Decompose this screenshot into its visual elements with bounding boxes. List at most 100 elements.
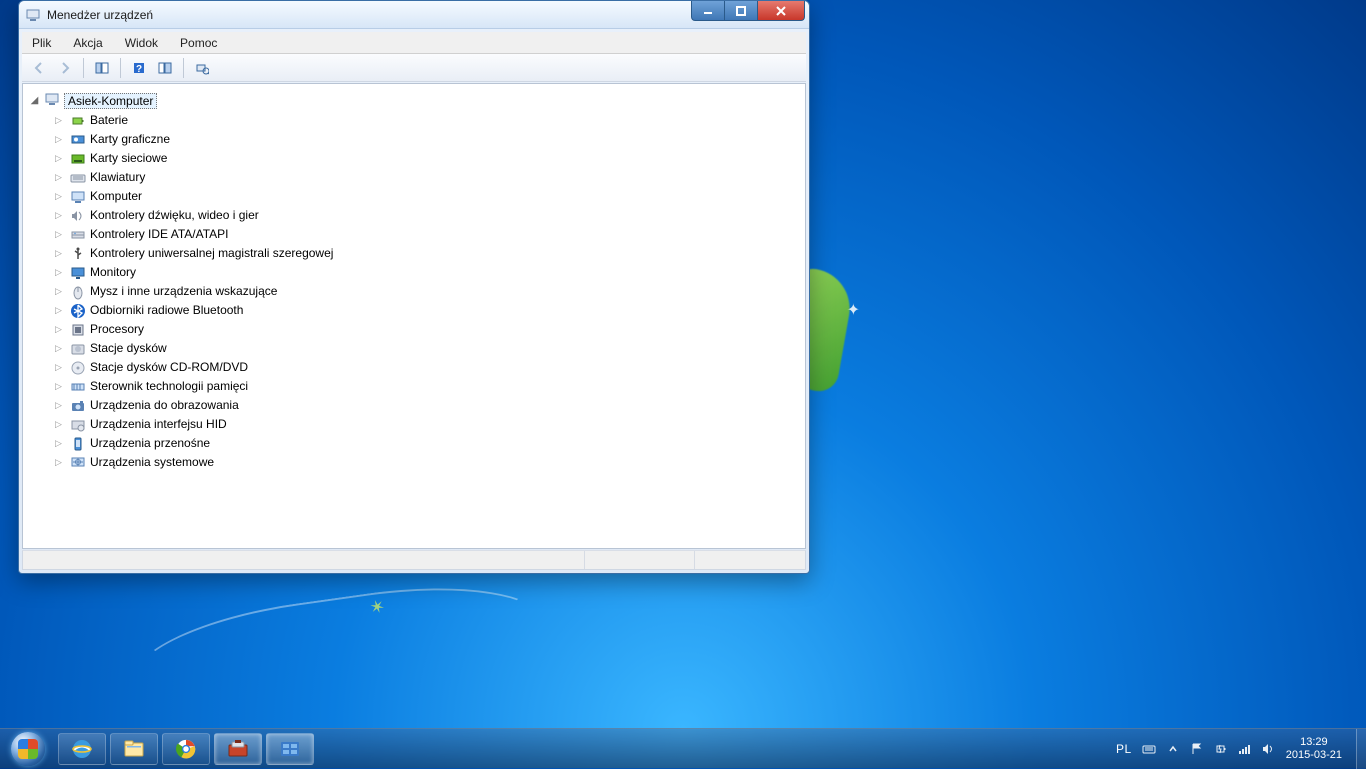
taskbar-mmc[interactable] [214,733,262,765]
tree-node-cdrom[interactable]: ▷Stacje dysków CD-ROM/DVD [27,358,801,377]
expand-icon[interactable]: ▷ [55,435,66,452]
window-title: Menedżer urządzeń [47,8,153,22]
close-button[interactable] [757,1,805,21]
tree-node-imaging[interactable]: ▷Urządzenia do obrazowania [27,396,801,415]
tree-node-label: Kontrolery uniwersalnej magistrali szere… [90,245,333,262]
tree-root-label[interactable]: Asiek-Komputer [64,93,157,109]
keyboard-tray-icon[interactable] [1142,742,1156,756]
start-button[interactable] [0,729,56,769]
portable-icon [70,436,86,452]
sound-icon [70,208,86,224]
tree-node-hid[interactable]: ▷Urządzenia interfejsu HID [27,415,801,434]
properties-button[interactable] [154,57,176,79]
expand-icon[interactable]: ▷ [55,226,66,243]
tree-panel: ◢ Asiek-Komputer ▷ Baterie ▷ Karty graficzn… [22,83,806,549]
tree-node-label: Procesory [90,321,144,338]
tree-node-computer[interactable]: ▷ Komputer [27,187,801,206]
menu-help[interactable]: Pomoc [176,34,221,52]
menu-file[interactable]: Plik [28,34,55,52]
expand-icon[interactable]: ▷ [55,245,66,262]
tree-node-gpu[interactable]: ▷ Karty graficzne [27,130,801,149]
expand-icon[interactable]: ▷ [55,169,66,186]
taskbar-chrome[interactable] [162,733,210,765]
ide-icon [70,227,86,243]
toolbar-divider [83,58,84,78]
imaging-icon [70,398,86,414]
system-icon [70,455,86,471]
tree-node-nic[interactable]: ▷Karty sieciowe [27,149,801,168]
tree-node-label: Komputer [90,188,142,205]
menu-view[interactable]: Widok [121,34,162,52]
expand-icon[interactable]: ▷ [55,454,66,471]
tree-node-keyboard[interactable]: ▷Klawiatury [27,168,801,187]
language-indicator[interactable]: PL [1116,742,1132,756]
expand-icon[interactable]: ▷ [55,207,66,224]
menubar: Plik Akcja Widok Pomoc [22,32,806,54]
taskbar-ie[interactable] [58,733,106,765]
tree-node-disk[interactable]: ▷Stacje dysków [27,339,801,358]
power-tray-icon[interactable] [1214,742,1228,756]
expand-icon[interactable]: ▷ [55,302,66,319]
minimize-button[interactable] [691,1,725,21]
app-icon [25,7,41,23]
tree-node-memtech[interactable]: ▷Sterownik technologii pamięci [27,377,801,396]
expand-icon[interactable]: ▷ [55,416,66,433]
tree-node-label: Monitory [90,264,136,281]
taskbar: PL 13:29 2015-03-21 [0,728,1366,768]
tree-node-mouse[interactable]: ▷Mysz i inne urządzenia wskazujące [27,282,801,301]
expand-icon[interactable]: ▷ [55,321,66,338]
expand-icon[interactable]: ▷ [55,397,66,414]
expand-icon[interactable]: ▷ [55,378,66,395]
mouse-icon [70,284,86,300]
toolbar: ? [22,54,806,82]
tree-root[interactable]: ◢ Asiek-Komputer [27,90,801,111]
expand-icon[interactable]: ▷ [55,150,66,167]
tree-node-ide[interactable]: ▷Kontrolery IDE ATA/ATAPI [27,225,801,244]
forward-button[interactable] [54,57,76,79]
tree-node-sound[interactable]: ▷Kontrolery dźwięku, wideo i gier [27,206,801,225]
system-tray: PL 13:29 2015-03-21 [1108,736,1356,762]
expand-icon[interactable]: ▷ [55,283,66,300]
scan-hardware-button[interactable] [191,57,213,79]
collapse-icon[interactable]: ◢ [29,95,40,106]
tree-node-monitor[interactable]: ▷ Monitory [27,263,801,282]
expand-icon[interactable]: ▷ [55,264,66,281]
tree-node-battery[interactable]: ▷ Baterie [27,111,801,130]
volume-tray-icon[interactable] [1262,742,1276,756]
show-desktop-button[interactable] [1356,729,1366,769]
menu-action[interactable]: Akcja [69,34,106,52]
device-tree[interactable]: ◢ Asiek-Komputer ▷ Baterie ▷ Karty graficzn… [23,84,805,478]
expand-icon[interactable]: ▷ [55,112,66,129]
tree-node-label: Urządzenia przenośne [90,435,210,452]
cpu-icon [70,322,86,338]
tree-node-label: Baterie [90,112,128,129]
show-hide-tree-button[interactable] [91,57,113,79]
tree-node-portable[interactable]: ▷ Urządzenia przenośne [27,434,801,453]
usb-icon [70,246,86,262]
expand-icon[interactable]: ▷ [55,131,66,148]
keyboard-icon [70,170,86,186]
expand-icon[interactable]: ▷ [55,359,66,376]
hid-icon [70,417,86,433]
wallpaper-butterfly: ✦ [847,300,860,320]
maximize-button[interactable] [724,1,758,21]
tree-node-bluetooth[interactable]: ▷Odbiorniki radiowe Bluetooth [27,301,801,320]
tree-node-label: Karty graficzne [90,131,170,148]
flag-tray-icon[interactable] [1190,742,1204,756]
titlebar[interactable]: Menedżer urządzeń [19,1,809,29]
taskbar-explorer[interactable] [110,733,158,765]
expand-icon[interactable]: ▷ [55,340,66,357]
tree-node-usb[interactable]: ▷ Kontrolery uniwersalnej magistrali szer… [27,244,801,263]
help-button[interactable]: ? [128,57,150,79]
tree-node-cpu[interactable]: ▷ Procesory [27,320,801,339]
expand-icon[interactable]: ▷ [55,188,66,205]
tree-node-system[interactable]: ▷Urządzenia systemowe [27,453,801,472]
window-controls [692,1,805,21]
statusbar-cell [585,551,695,569]
back-button[interactable] [28,57,50,79]
taskbar-control-panel[interactable] [266,733,314,765]
wifi-tray-icon[interactable] [1238,742,1252,756]
tray-clock[interactable]: 13:29 2015-03-21 [1286,736,1348,762]
svg-text:?: ? [136,64,142,75]
tray-chevron-icon[interactable] [1166,742,1180,756]
